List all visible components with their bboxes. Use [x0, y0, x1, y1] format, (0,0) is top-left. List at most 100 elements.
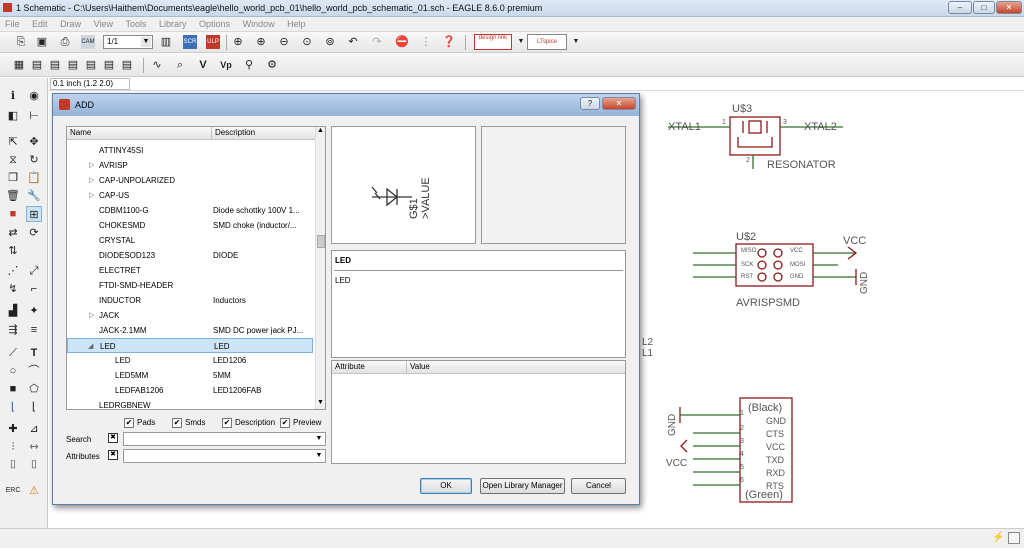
ulp-icon[interactable]: ULP — [206, 35, 220, 49]
circle-icon[interactable]: ○ — [5, 363, 21, 379]
layer-icon[interactable]: ▤ — [120, 58, 134, 72]
script-icon[interactable]: SCR — [183, 35, 197, 49]
help-icon[interactable]: ❓ — [442, 35, 456, 49]
arc-icon[interactable]: ⌒ — [26, 363, 42, 379]
redo-icon[interactable]: ↷ — [370, 35, 384, 49]
menu-view[interactable]: View — [89, 17, 118, 29]
open-library-manager-button[interactable]: Open Library Manager — [480, 478, 565, 494]
tree-row[interactable]: FTDI-SMD-HEADER — [67, 278, 313, 293]
sheet-combo[interactable]: 1/1 ▼ — [103, 35, 153, 49]
zoom-redraw-icon[interactable]: ⊙ — [300, 35, 314, 49]
rect-icon[interactable]: ■ — [5, 381, 21, 397]
tree-row[interactable]: ▷ AVRISP — [67, 158, 313, 173]
display-icon[interactable]: ◧ — [5, 108, 21, 124]
tree-row[interactable]: DIODESOD123 DIODE — [67, 248, 313, 263]
menu-edit[interactable]: Edit — [27, 17, 53, 29]
change-icon[interactable]: ✦ — [26, 303, 42, 319]
stop-command-icon[interactable] — [1008, 532, 1020, 544]
split-icon[interactable]: ⋰ — [5, 263, 21, 279]
zoom-fit-icon[interactable]: ⊕ — [231, 35, 245, 49]
layer-icon[interactable]: ▤ — [30, 58, 44, 72]
label-icon[interactable]: ≡ — [26, 322, 42, 338]
pads-checkbox[interactable]: ✔ Pads — [124, 417, 155, 429]
text-icon[interactable]: T — [26, 345, 42, 361]
menu-file[interactable]: File — [0, 17, 25, 29]
preview-checkbox[interactable]: ✔ Preview — [280, 417, 321, 429]
copy-icon[interactable]: ❐ — [5, 170, 21, 186]
menu-library[interactable]: Library — [154, 17, 192, 29]
bus-icon[interactable]: ⌊ — [26, 399, 42, 415]
grid-icon[interactable]: ▥ — [159, 35, 173, 49]
stop-icon[interactable]: ⛔ — [395, 35, 409, 49]
scroll-down-icon[interactable]: ▼ — [317, 399, 324, 406]
chevron-down-icon[interactable]: ▼ — [314, 451, 324, 461]
gear-icon[interactable]: ⚙ — [265, 58, 279, 72]
chevron-down-icon[interactable]: ▼ — [314, 434, 324, 444]
tree-row[interactable]: CRYSTAL — [67, 233, 313, 248]
group-icon[interactable]: ■ — [5, 206, 21, 222]
erc-icon[interactable]: ERC — [5, 483, 21, 499]
tree-row[interactable]: ◢ LED LED — [67, 338, 313, 353]
menu-window[interactable]: Window — [238, 17, 280, 29]
menu-help[interactable]: Help — [282, 17, 311, 29]
chevron-down-icon[interactable]: ▼ — [569, 35, 583, 49]
ripup-icon[interactable]: ⌷ — [5, 457, 21, 473]
tree-row[interactable]: LED5MM 5MM — [67, 368, 313, 383]
delete-icon[interactable]: 🗑 — [5, 188, 21, 204]
ratsnest-icon[interactable]: ⫶ — [5, 439, 21, 455]
expand-icon[interactable]: ▷ — [89, 158, 94, 173]
dialog-help-button[interactable]: ? — [580, 97, 600, 110]
smash-icon[interactable]: ▟ — [5, 303, 21, 319]
grid-settings-icon[interactable]: ▦ — [12, 58, 26, 72]
show-icon[interactable]: ◉ — [26, 88, 42, 104]
warning-icon[interactable]: ⚠ — [26, 483, 42, 499]
smds-checkbox[interactable]: ✔ Smds — [172, 417, 205, 429]
tree-row[interactable]: LED LED1206 — [67, 353, 313, 368]
open-icon[interactable]: ⎘ — [14, 35, 28, 49]
go-icon[interactable]: ⋮ — [419, 35, 433, 49]
scroll-up-icon[interactable]: ▲ — [317, 127, 324, 134]
zoom-out-icon[interactable]: ⊖ — [277, 35, 291, 49]
tree-row[interactable]: INDUCTOR Inductors — [67, 293, 313, 308]
column-attribute-header[interactable]: Attribute — [332, 361, 406, 374]
column-name-header[interactable]: Name — [67, 127, 211, 140]
gate-swap-icon[interactable]: ⟳ — [26, 225, 42, 241]
scroll-thumb[interactable] — [317, 235, 325, 248]
mark-icon[interactable]: ⊢ — [26, 108, 42, 124]
zoom-select-icon[interactable]: ⊚ — [323, 35, 337, 49]
ok-button[interactable]: OK — [420, 478, 472, 494]
invoke-icon[interactable]: ↯ — [5, 281, 21, 297]
minimize-button[interactable]: – — [948, 1, 972, 14]
rotate-icon[interactable]: ↻ — [26, 152, 42, 168]
ltspice-button[interactable]: LTspice — [527, 34, 567, 50]
tree-row[interactable]: ▷ JACK — [67, 308, 313, 323]
menu-tools[interactable]: Tools — [120, 17, 151, 29]
undo-icon[interactable]: ↶ — [346, 35, 360, 49]
tree-row[interactable]: ▷ CAP-UNPOLARIZED — [67, 173, 313, 188]
menu-options[interactable]: Options — [194, 17, 235, 29]
cam-icon[interactable]: CAM — [81, 35, 95, 49]
tree-row[interactable]: ATTINY45SI — [67, 143, 313, 158]
tree-row[interactable]: CHOKESMD SMD choke (inductor/... — [67, 218, 313, 233]
menu-draw[interactable]: Draw — [55, 17, 86, 29]
chevron-down-icon[interactable]: ▼ — [514, 35, 528, 49]
line-icon[interactable]: ⟋ — [5, 345, 21, 361]
name-icon[interactable]: ⇶ — [5, 322, 21, 338]
close-button[interactable]: ✕ — [996, 1, 1022, 14]
search-input[interactable]: ▼ — [123, 432, 326, 446]
layer-icon[interactable]: ▤ — [102, 58, 116, 72]
optimize-icon[interactable]: ⤢ — [26, 263, 42, 279]
info-icon[interactable]: ℹ — [5, 88, 21, 104]
label-net-icon[interactable]: ⊿ — [26, 421, 42, 437]
print-icon[interactable]: ⎙ — [58, 35, 72, 49]
tree-row[interactable]: CDBM1100-G Diode schottky 100V 1... — [67, 203, 313, 218]
miter-icon[interactable]: ⌐ — [26, 281, 42, 297]
zoom-in-icon[interactable]: ⊕ — [254, 35, 268, 49]
wrench-icon[interactable]: 🔧 — [26, 188, 42, 204]
description-checkbox[interactable]: ✔ Description — [222, 417, 275, 429]
save-icon[interactable]: ▣ — [35, 35, 49, 49]
design-link-button[interactable]: design link — [474, 34, 512, 50]
polygon-icon[interactable]: ⬠ — [26, 381, 42, 397]
layer-icon[interactable]: ▤ — [48, 58, 62, 72]
tree-row[interactable]: LEDRGBNEW — [67, 398, 313, 409]
